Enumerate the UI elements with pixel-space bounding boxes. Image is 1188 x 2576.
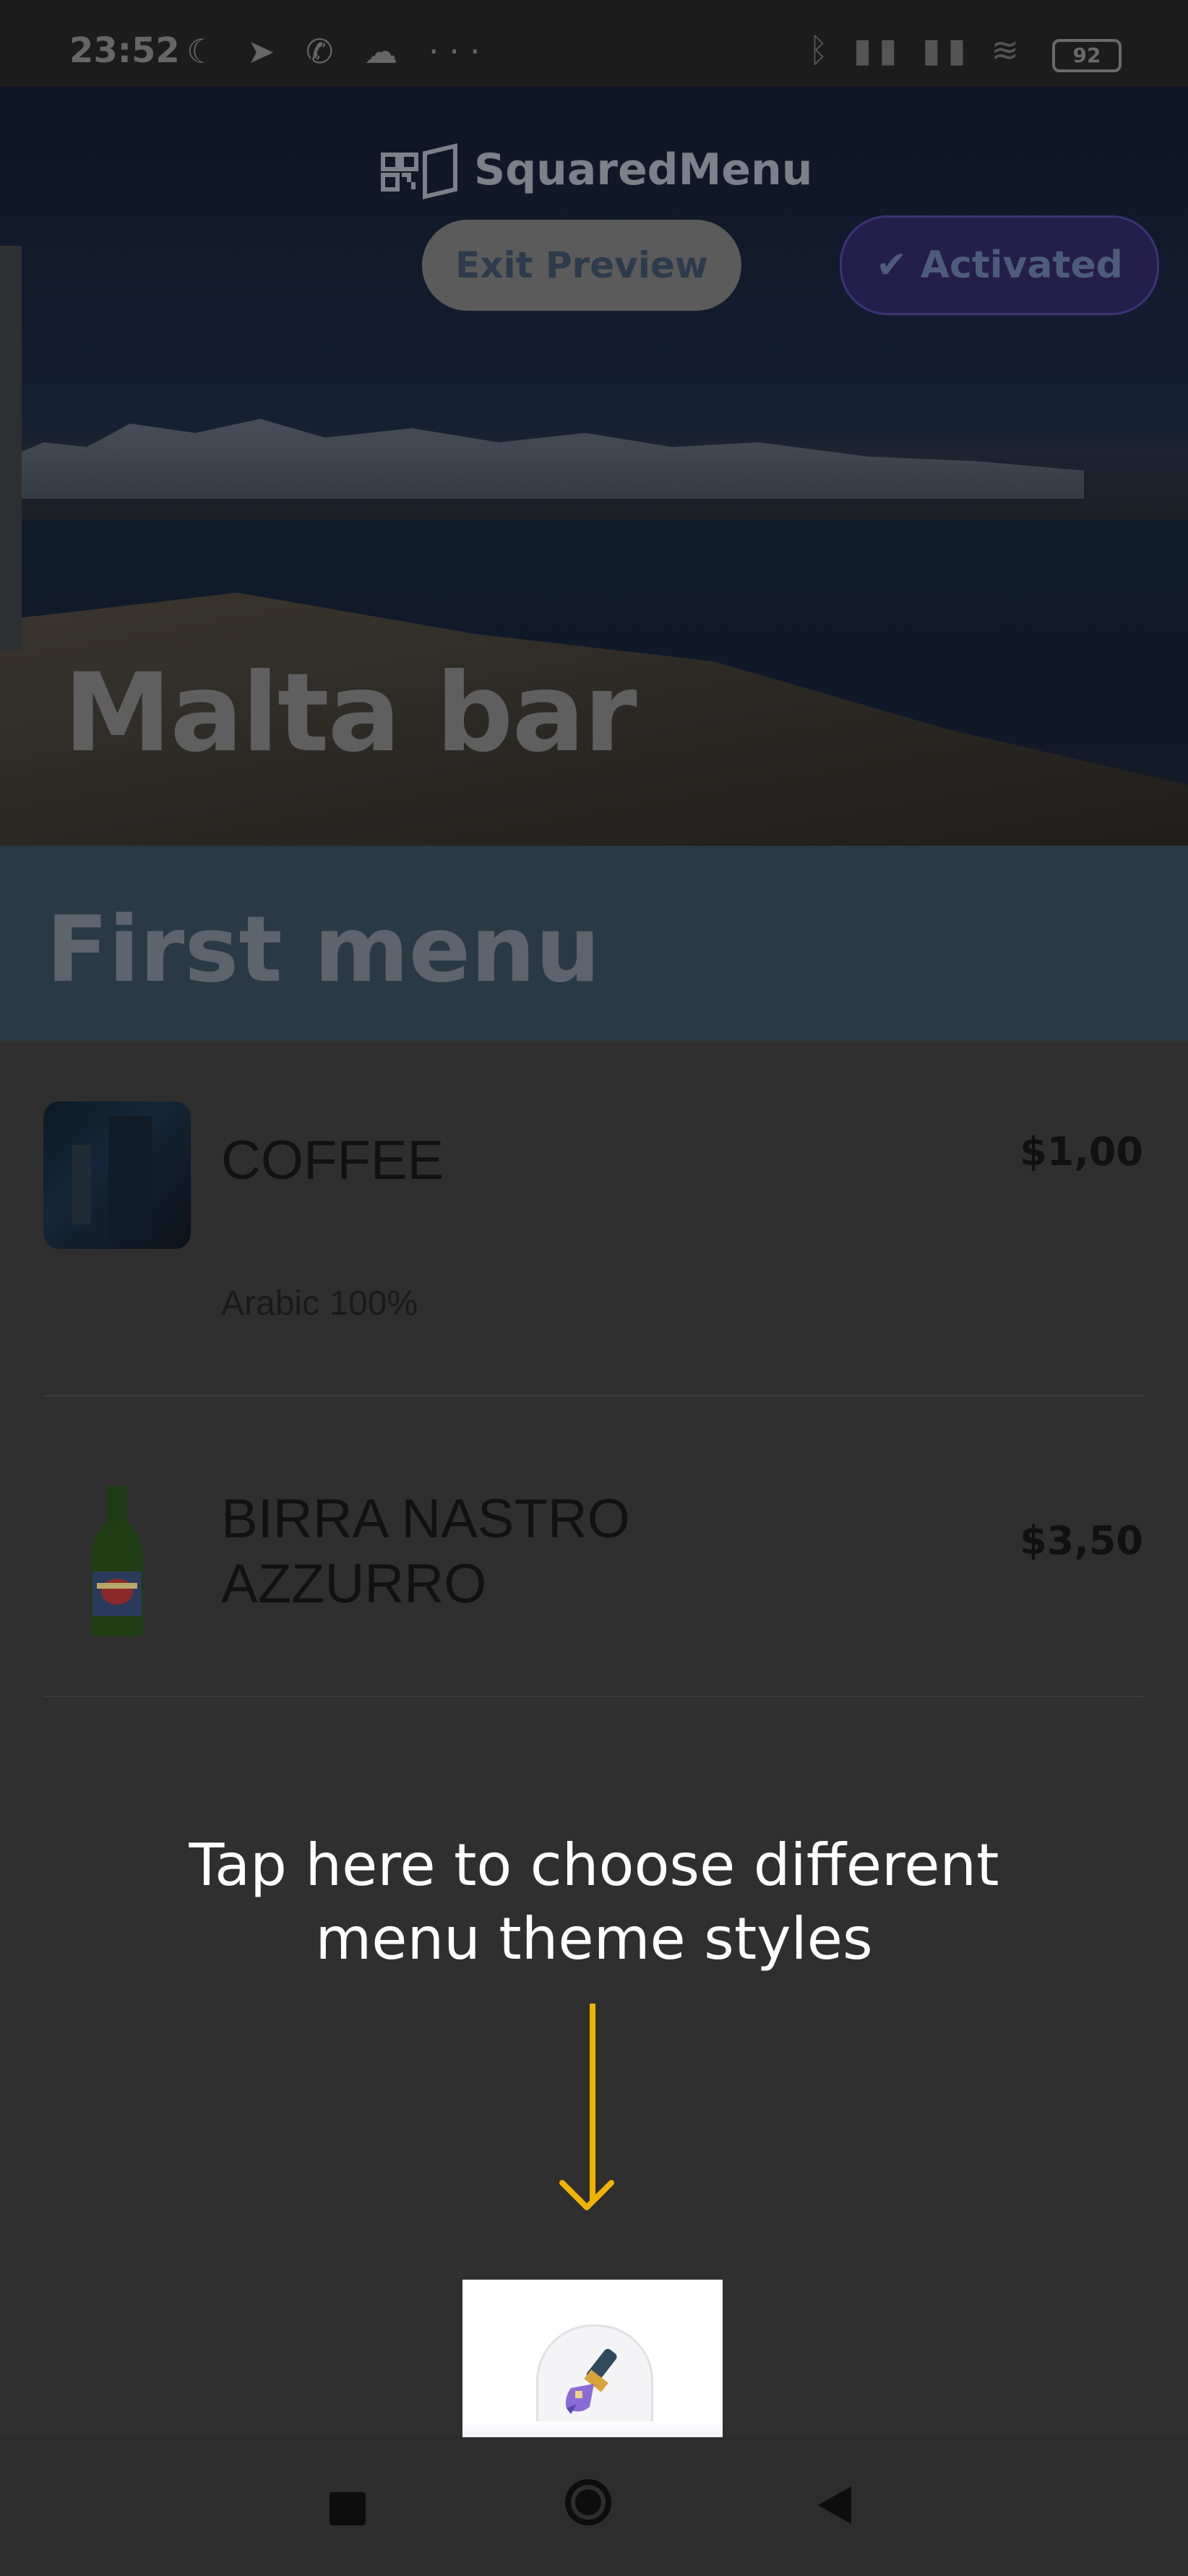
status-signal-icons: ᛒ ▮▮ ▮▮ ≋ (808, 30, 1026, 69)
menu-item-birra[interactable]: BIRRA NASTRO AZZURRO $3,50 (0, 1396, 1188, 1696)
hero-banner: SquaredMenu Exit Preview ✔ Activated Mal… (0, 87, 1188, 846)
status-bar: 23:52 ☾ ➤ ✆ ☁ ··· ᛒ ▮▮ ▮▮ ≋ 92 (0, 0, 1188, 87)
item-description: Arabic 100% (221, 1284, 418, 1323)
coffee-image (43, 1102, 191, 1249)
menu-section-header: First menu (0, 846, 1188, 1041)
item-name-line2: AZZURRO (221, 1553, 487, 1615)
home-icon-inner (575, 2489, 601, 2515)
menu-title: First menu (46, 896, 601, 1003)
hint-line: Tap here to choose different (189, 1832, 999, 1899)
arrow-down-icon (559, 2180, 614, 2210)
item-price: $1,00 (1020, 1129, 1143, 1175)
beer-bottle-image (91, 1486, 143, 1636)
status-time: 23:52 (69, 30, 180, 71)
item-name-line1: BIRRA NASTRO (221, 1488, 630, 1550)
qr-logo-icon (381, 143, 457, 199)
activated-button[interactable]: ✔ Activated (840, 215, 1159, 315)
divider (43, 1696, 1145, 1697)
venue-name: Malta bar (64, 651, 637, 776)
onboarding-hint: Tap here to choose different menu theme … (0, 1829, 1188, 1976)
item-name: COFFEE (221, 1130, 444, 1191)
hero-tower (0, 246, 22, 651)
paintbrush-icon (565, 2348, 617, 2414)
battery-icon: 92 (1052, 39, 1122, 72)
exit-preview-button[interactable]: Exit Preview (422, 220, 741, 311)
hero-city-silhouette (0, 418, 1084, 499)
coffee-image-detail (108, 1116, 152, 1239)
menu-item-coffee[interactable]: COFFEE $1,00 Arabic 100% (0, 1041, 1188, 1395)
hint-line: menu theme styles (315, 1905, 873, 1972)
theme-style-button[interactable] (462, 2280, 723, 2456)
coffee-image-detail (72, 1145, 91, 1224)
status-notification-icons: ☾ ➤ ✆ ☁ ··· (186, 32, 491, 71)
recent-apps-icon[interactable] (330, 2492, 366, 2525)
item-price: $3,50 (1020, 1518, 1143, 1563)
back-icon[interactable] (818, 2486, 851, 2524)
brand-logo-text: SquaredMenu (474, 145, 813, 195)
